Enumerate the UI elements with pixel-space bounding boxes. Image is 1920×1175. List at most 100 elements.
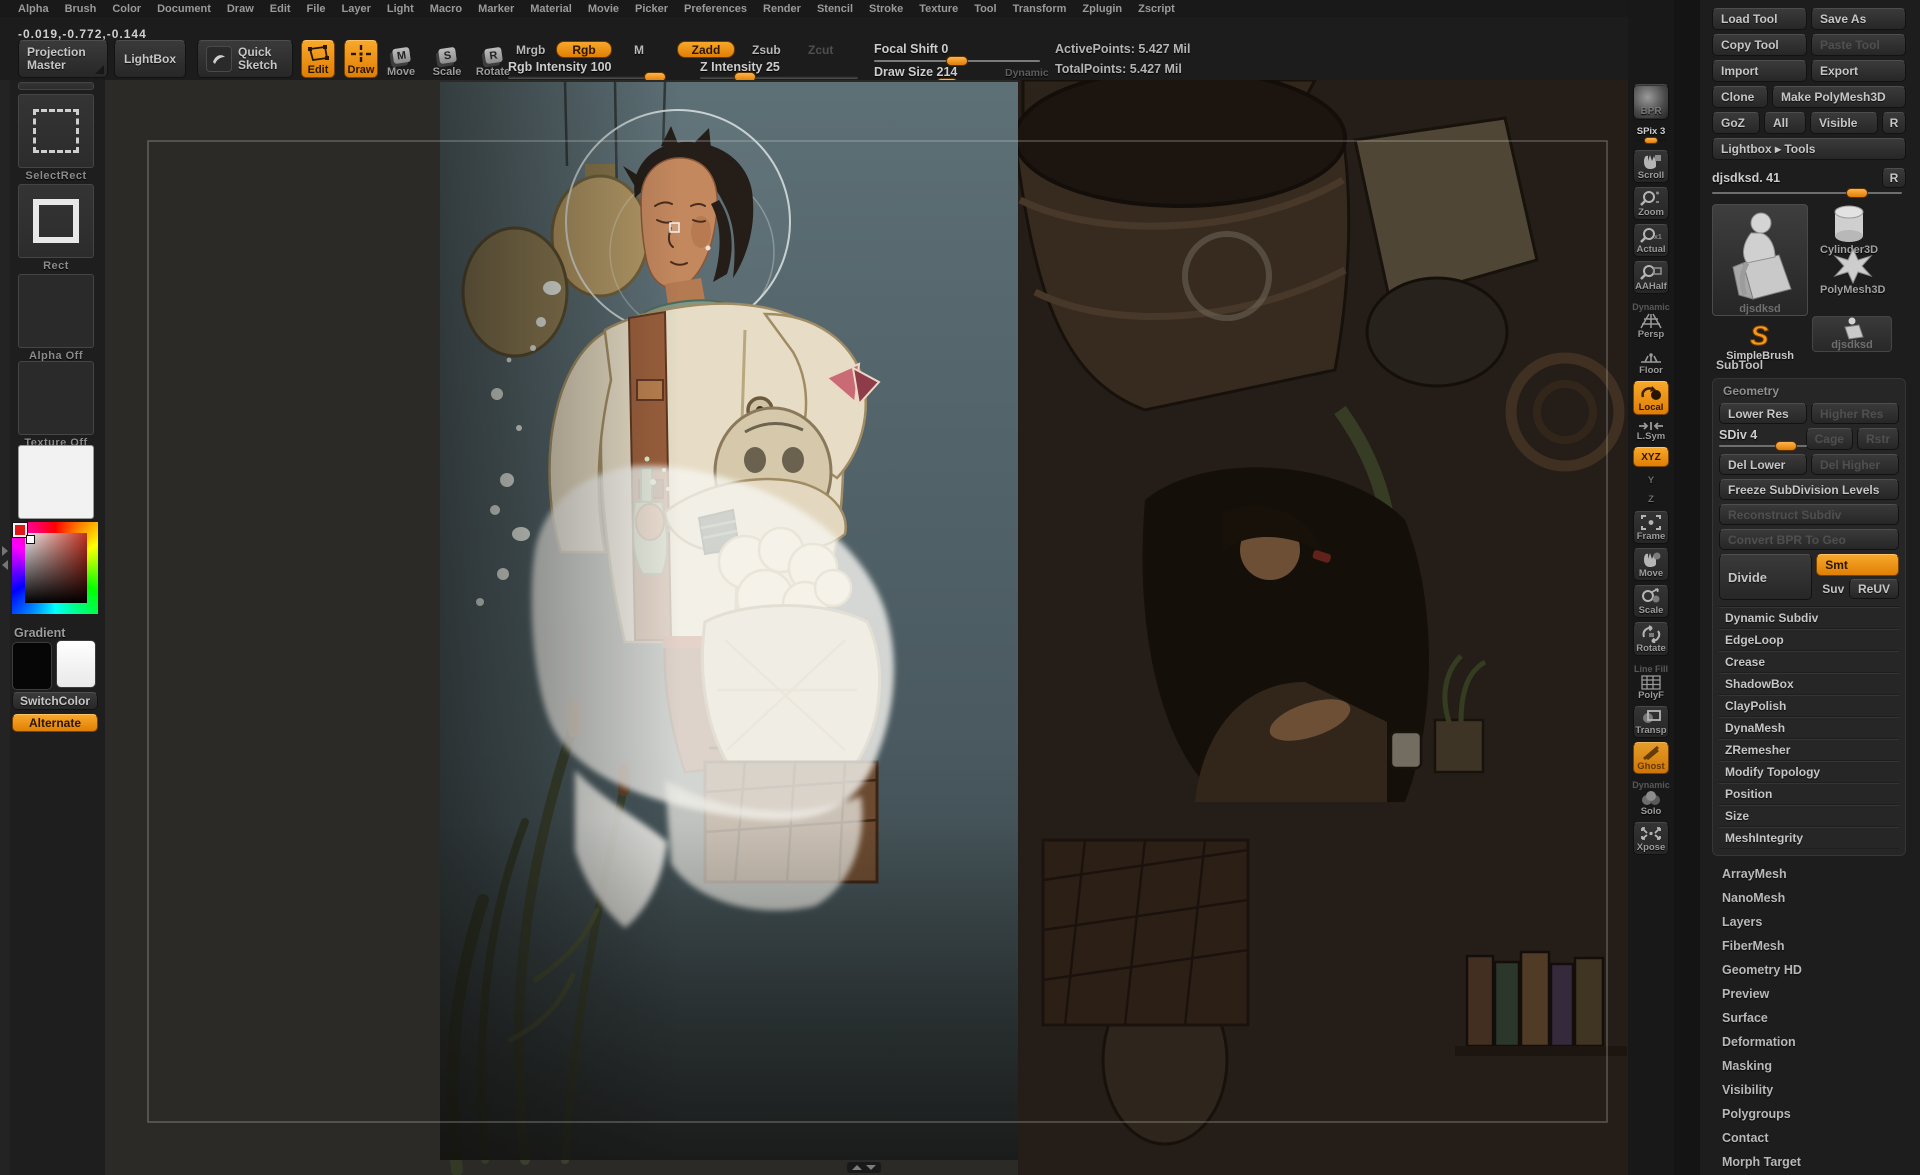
lsym-button[interactable]: L.Sym (1633, 419, 1669, 443)
tool-item-polymesh3d[interactable]: PolyMesh3D (1820, 248, 1885, 296)
goz-r-button[interactable]: R (1882, 112, 1906, 134)
stroke-rect[interactable]: Rect (14, 184, 98, 272)
scale-button[interactable]: S Scale (426, 40, 468, 78)
persp-button[interactable]: Dynamic Persp (1633, 300, 1669, 341)
frame-button[interactable]: Frame (1633, 511, 1669, 544)
switch-color-button[interactable]: SwitchColor (12, 692, 98, 710)
strip-move-button[interactable]: Move (1633, 548, 1669, 581)
projection-master-button[interactable]: Projection Master (18, 40, 108, 78)
alternate-button[interactable]: Alternate (12, 714, 98, 732)
panel-section-header[interactable]: Morph Target (1712, 1150, 1906, 1174)
goz-button[interactable]: GoZ (1712, 112, 1760, 134)
sdiv-knob[interactable] (1775, 441, 1797, 451)
tool-slider[interactable] (1712, 190, 1906, 198)
floor-button[interactable]: Floor (1633, 351, 1669, 377)
polyframe-button[interactable]: Line Fill PolyF (1633, 662, 1669, 702)
reconstruct-subdiv-button[interactable]: Reconstruct Subdiv (1719, 504, 1899, 525)
menu-item[interactable]: File (307, 3, 326, 15)
transp-button[interactable]: Transp (1633, 706, 1669, 738)
geometry-subsection-header[interactable]: ZRemesher (1719, 739, 1899, 761)
load-tool-button[interactable]: Load Tool (1712, 8, 1807, 30)
texture-selector[interactable]: Texture Off (14, 361, 98, 449)
panel-section-header[interactable]: FiberMesh (1712, 934, 1906, 958)
panel-section-header[interactable]: Preview (1712, 982, 1906, 1006)
geometry-subsection-header[interactable]: ShadowBox (1719, 673, 1899, 695)
sdiv-slider[interactable]: SDiv 4 (1719, 428, 1802, 449)
menu-item[interactable]: Preferences (684, 3, 747, 15)
geometry-subsection-header[interactable]: Dynamic Subdiv (1719, 607, 1899, 629)
actual-button[interactable]: x1 Actual (1633, 224, 1669, 257)
stroke-thumb-partial[interactable] (14, 82, 98, 90)
menu-item[interactable]: Brush (65, 3, 97, 15)
local-button[interactable]: Local (1633, 381, 1669, 415)
menu-item[interactable]: Light (387, 3, 414, 15)
menu-item[interactable]: Zscript (1138, 3, 1175, 15)
z-axis-button[interactable]: Z (1633, 490, 1669, 507)
menu-item[interactable]: Alpha (18, 3, 49, 15)
focal-shift-slider[interactable]: Focal Shift 0 (874, 42, 948, 56)
smt-toggle[interactable]: Smt (1816, 554, 1899, 576)
panel-section-header[interactable]: Deformation (1712, 1030, 1906, 1054)
menu-item[interactable]: Texture (919, 3, 958, 15)
del-higher-button[interactable]: Del Higher (1811, 454, 1899, 475)
menu-item[interactable]: Macro (430, 3, 462, 15)
make-polymesh3d-button[interactable]: Make PolyMesh3D (1772, 86, 1906, 108)
tool-slider-knob[interactable] (1846, 188, 1868, 198)
strip-scale-button[interactable]: Scale (1633, 585, 1669, 618)
zadd-toggle[interactable]: Zadd (677, 41, 735, 58)
quick-sketch-button[interactable]: Quick Sketch (197, 40, 293, 78)
mrgb-toggle[interactable]: Mrgb (506, 41, 555, 58)
active-tool-thumbnail[interactable]: djsdksd (1712, 204, 1808, 316)
panel-section-header[interactable]: Geometry HD (1712, 958, 1906, 982)
paste-tool-button[interactable]: Paste Tool (1811, 34, 1906, 56)
menu-item[interactable]: Transform (1013, 3, 1067, 15)
menu-item[interactable]: Layer (342, 3, 371, 15)
geometry-subsection-header[interactable]: EdgeLoop (1719, 629, 1899, 651)
lightbox-button[interactable]: LightBox (114, 40, 186, 78)
reuv-button[interactable]: ReUV (1849, 579, 1899, 599)
menu-item[interactable]: Movie (588, 3, 619, 15)
freeze-subdivision-button[interactable]: Freeze SubDivision Levels (1719, 479, 1899, 500)
menu-item[interactable]: Document (157, 3, 211, 15)
zcut-toggle[interactable]: Zcut (798, 41, 843, 58)
strip-rotate-button[interactable]: Rotate (1633, 622, 1669, 656)
panel-section-header[interactable]: NanoMesh (1712, 886, 1906, 910)
alpha-selector[interactable]: Alpha Off (14, 274, 98, 362)
geometry-subsection-header[interactable]: Crease (1719, 651, 1899, 673)
zsub-toggle[interactable]: Zsub (742, 41, 791, 58)
menu-item[interactable]: Material (530, 3, 572, 15)
lower-res-button[interactable]: Lower Res (1719, 403, 1807, 424)
panel-section-header[interactable]: ArrayMesh (1712, 862, 1906, 886)
panel-section-header[interactable]: Visibility (1712, 1078, 1906, 1102)
y-axis-button[interactable]: Y (1633, 471, 1669, 488)
cage-button[interactable]: Cage (1806, 428, 1853, 450)
xyz-button[interactable]: XYZ (1633, 447, 1669, 467)
suv-toggle[interactable]: Suv (1816, 579, 1845, 599)
ghost-button[interactable]: Ghost (1633, 742, 1669, 774)
draw-button[interactable]: Draw (344, 40, 378, 78)
spix-slider[interactable]: SPix 3 (1633, 124, 1669, 146)
menu-item[interactable]: Color (112, 3, 141, 15)
focal-shift-track[interactable] (874, 60, 1040, 62)
goz-all-button[interactable]: All (1764, 112, 1806, 134)
convert-bpr-button[interactable]: Convert BPR To Geo (1719, 529, 1899, 550)
del-lower-button[interactable]: Del Lower (1719, 454, 1807, 475)
rgb-toggle[interactable]: Rgb (556, 41, 612, 58)
copy-tool-button[interactable]: Copy Tool (1712, 34, 1807, 56)
menu-item[interactable]: Draw (227, 3, 254, 15)
menu-item[interactable]: Picker (635, 3, 668, 15)
document-canvas[interactable] (105, 80, 1628, 1175)
clone-button[interactable]: Clone (1712, 86, 1768, 108)
aahalf-button[interactable]: AAHalf (1633, 261, 1669, 294)
menu-item[interactable]: Render (763, 3, 801, 15)
color-picker[interactable] (12, 522, 98, 614)
menu-item[interactable]: Edit (270, 3, 291, 15)
panel-section-header[interactable]: Layers (1712, 910, 1906, 934)
scroll-button[interactable]: Scroll (1633, 150, 1669, 183)
panel-section-header[interactable]: Contact (1712, 1126, 1906, 1150)
move-button[interactable]: M Move (380, 40, 422, 78)
geometry-section-header[interactable]: Geometry (1723, 384, 1899, 398)
edit-button[interactable]: Edit (301, 40, 335, 78)
save-as-button[interactable]: Save As (1811, 8, 1906, 30)
rgb-intensity-track[interactable] (508, 76, 666, 79)
